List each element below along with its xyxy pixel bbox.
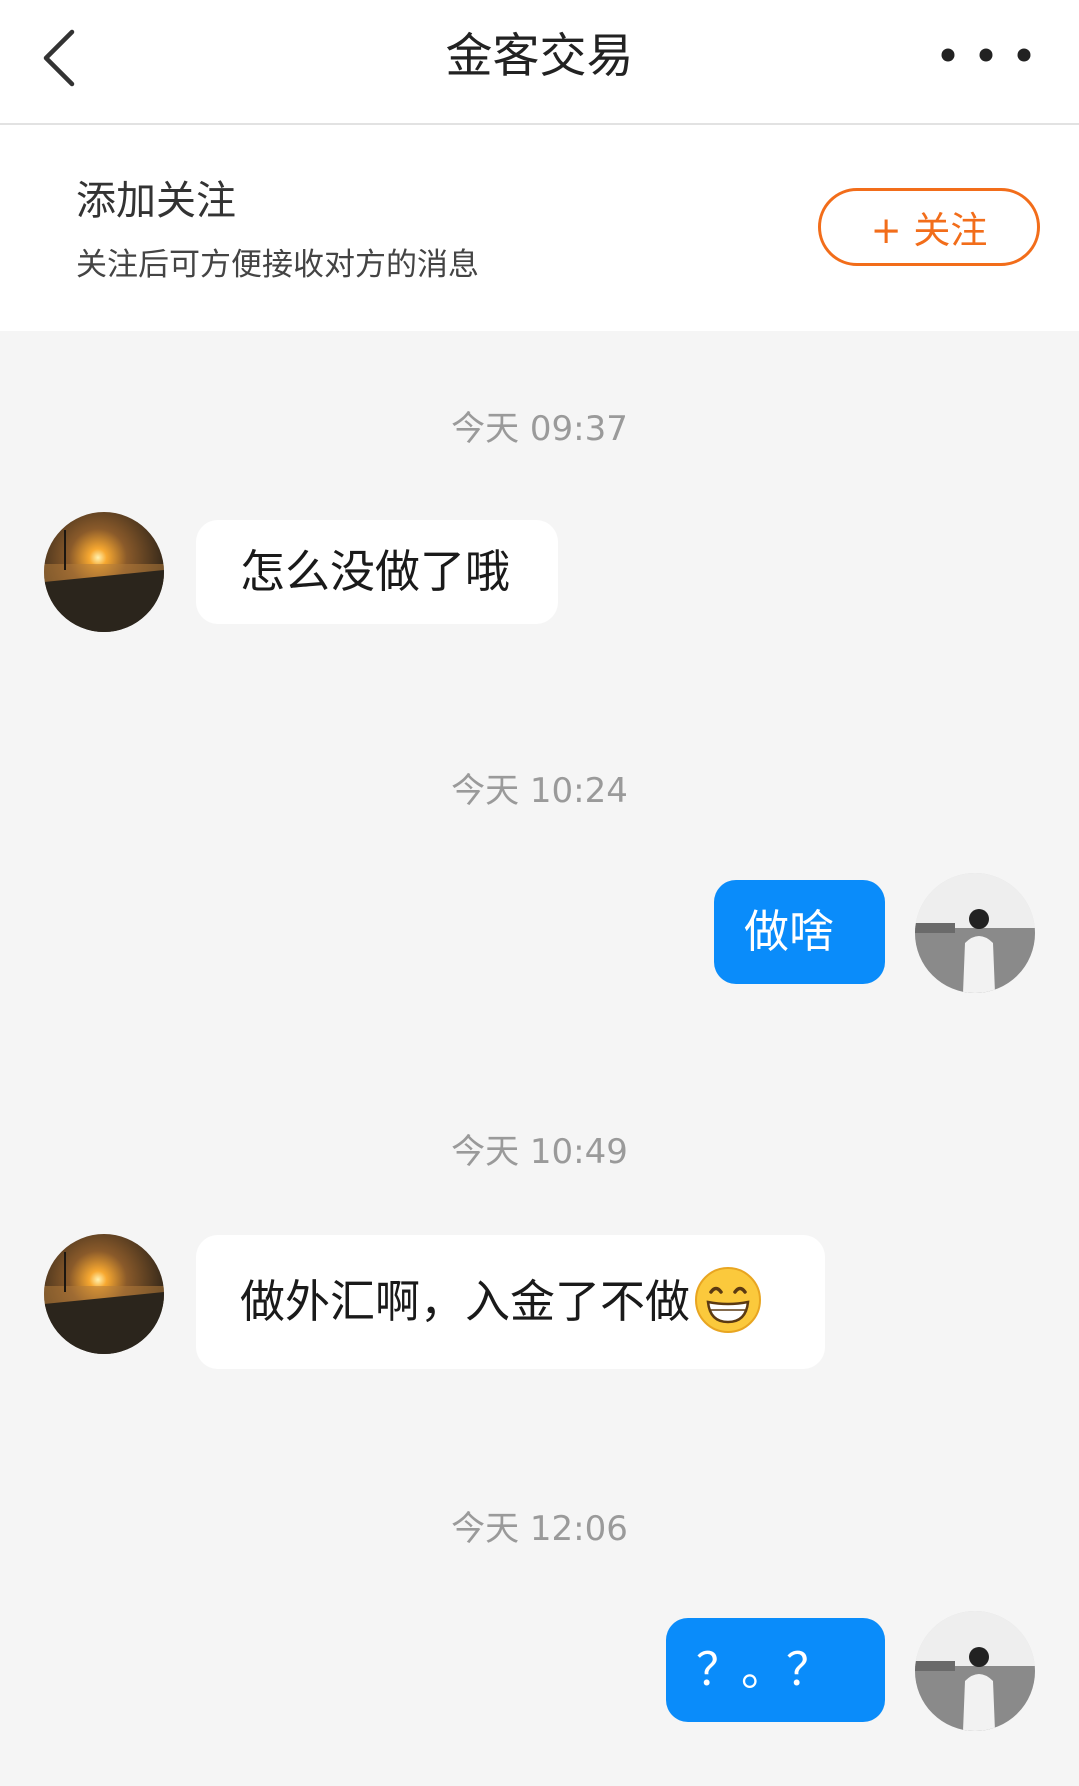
sunset-avatar-image (44, 512, 164, 632)
outgoing-message-bubble[interactable]: 做啥 (714, 880, 885, 984)
message-timestamp: 今天 12:06 (451, 1509, 628, 1549)
incoming-message-bubble[interactable]: 怎么没做了哦 (196, 520, 558, 624)
message-text: 做啥 (744, 905, 835, 958)
chat-message-list[interactable]: 今天 09:37 怎么没做了哦 今天 10:24 做啥 今天 10:49 做外汇… (0, 331, 1079, 1786)
message-text: 怎么没做了哦 (240, 545, 511, 598)
navigation-bar: 金客交易 (0, 0, 1079, 125)
my-avatar[interactable] (915, 873, 1035, 993)
incoming-message-bubble[interactable]: 做外汇啊，入金了不做 (196, 1235, 825, 1369)
my-avatar[interactable] (915, 1611, 1035, 1731)
follow-title: 添加关注 (76, 178, 236, 224)
other-user-avatar[interactable] (44, 512, 164, 632)
message-timestamp: 今天 10:24 (451, 771, 628, 811)
message-timestamp: 今天 09:37 (451, 409, 628, 449)
more-dots-icon[interactable] (933, 40, 1039, 70)
person-avatar-image (915, 873, 1035, 993)
outgoing-message-bubble[interactable]: ？。？ (666, 1618, 885, 1722)
page-title: 金客交易 (445, 29, 634, 84)
follow-prompt: 添加关注 关注后可方便接收对方的消息 + 关注 (0, 125, 1079, 331)
message-timestamp: 今天 10:49 (451, 1132, 628, 1172)
follow-button[interactable]: + 关注 (818, 188, 1040, 266)
person-avatar-image (915, 1611, 1035, 1731)
sunset-avatar-image (44, 1234, 164, 1354)
message-text: 做外汇啊，入金了不做 (240, 1275, 691, 1328)
message-text: ？。？ (696, 1643, 832, 1696)
other-user-avatar[interactable] (44, 1234, 164, 1354)
grinning-face-emoji-icon (695, 1267, 762, 1333)
follow-subtitle: 关注后可方便接收对方的消息 (76, 247, 479, 283)
